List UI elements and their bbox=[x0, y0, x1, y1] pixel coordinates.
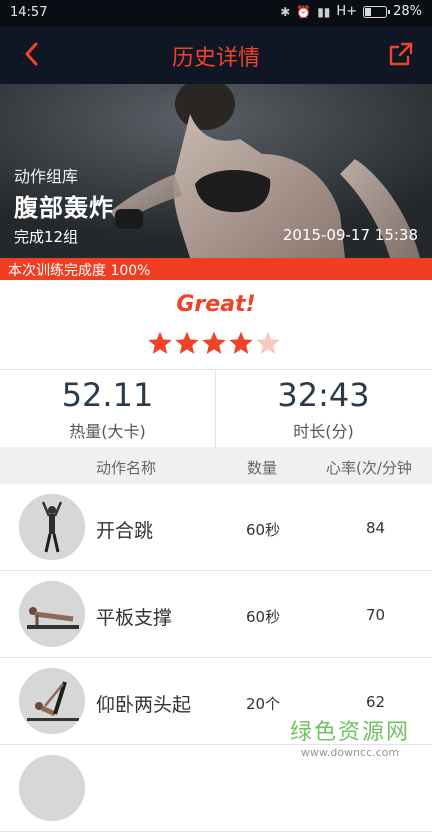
workout-datetime: 2015-09-17 15:38 bbox=[282, 226, 418, 244]
page-title: 历史详情 bbox=[171, 46, 260, 71]
star-filled-icon bbox=[229, 331, 253, 354]
exercise-thumbnail bbox=[19, 755, 85, 821]
exercise-thumbnail bbox=[19, 494, 85, 560]
exercise-name: 仰卧两头起 bbox=[96, 694, 192, 716]
duration-stat: 32:43 时长(分) bbox=[216, 370, 431, 448]
share-icon[interactable] bbox=[388, 41, 414, 67]
header-heart-rate: 心率(次/分钟 bbox=[326, 459, 412, 477]
star-filled-icon bbox=[202, 331, 226, 354]
star-empty-icon bbox=[256, 331, 280, 354]
workout-hero: 动作组库 腹部轰炸 完成12组 2015-09-17 15:38 bbox=[0, 84, 432, 258]
exercise-quantity: 60秒 bbox=[246, 521, 281, 539]
alarm-icon: ⏰ bbox=[296, 4, 312, 19]
exercise-name: 平板支撑 bbox=[96, 607, 173, 629]
status-icons: ✱ ⏰ ▮▮ H+ 28% bbox=[280, 4, 422, 19]
exercise-thumbnail bbox=[19, 581, 85, 647]
exercise-quantity: 20个 bbox=[246, 695, 281, 713]
star-filled-icon bbox=[148, 331, 172, 354]
calories-value: 52.11 bbox=[61, 376, 154, 414]
exercise-row[interactable]: 平板支撑 60秒 70 bbox=[0, 571, 432, 658]
signal-icon: ▮▮ bbox=[317, 4, 331, 19]
status-time: 14:57 bbox=[10, 5, 48, 20]
star-rating bbox=[147, 330, 281, 356]
duration-label: 时长(分) bbox=[293, 422, 354, 441]
exercise-name: 开合跳 bbox=[96, 520, 154, 542]
watermark-url: www.downcc.com bbox=[300, 746, 400, 759]
watermark: 绿色资源网 www.downcc.com bbox=[290, 714, 410, 759]
groups-completed: 完成12组 bbox=[14, 228, 79, 246]
completion-label: 本次训练完成度 100% bbox=[8, 263, 151, 279]
exercise-heart-rate: 62 bbox=[366, 693, 386, 711]
watermark-brand: 绿色资源网 bbox=[289, 720, 410, 745]
exercise-table-header: 动作名称 数量 心率(次/分钟 bbox=[0, 447, 432, 484]
duration-value: 32:43 bbox=[277, 376, 370, 414]
status-bar: 14:57 ✱ ⏰ ▮▮ H+ 28% bbox=[0, 0, 432, 26]
calories-stat: 52.11 热量(大卡) bbox=[0, 370, 215, 448]
completion-progress: 本次训练完成度 100% bbox=[0, 258, 432, 280]
rating-text: Great! bbox=[176, 292, 256, 317]
bluetooth-icon: ✱ bbox=[280, 4, 291, 19]
exercise-row[interactable]: 开合跳 60秒 84 bbox=[0, 484, 432, 571]
stats-panel: 52.11 热量(大卡) 32:43 时长(分) bbox=[0, 369, 432, 448]
exercise-thumbnail bbox=[19, 668, 85, 734]
calories-label: 热量(大卡) bbox=[69, 422, 146, 441]
battery-icon bbox=[363, 5, 391, 18]
library-label: 动作组库 bbox=[14, 167, 79, 186]
battery-percent: 28% bbox=[393, 4, 422, 19]
network-type: H+ bbox=[336, 4, 358, 19]
workout-name: 腹部轰炸 bbox=[14, 194, 114, 222]
header-exercise-name: 动作名称 bbox=[96, 459, 157, 477]
exercise-quantity: 60秒 bbox=[246, 608, 281, 626]
header-quantity: 数量 bbox=[247, 459, 278, 477]
exercise-heart-rate: 70 bbox=[366, 606, 386, 624]
nav-bar: 历史详情 bbox=[0, 26, 432, 84]
exercise-heart-rate: 84 bbox=[366, 519, 386, 537]
star-filled-icon bbox=[175, 331, 199, 354]
